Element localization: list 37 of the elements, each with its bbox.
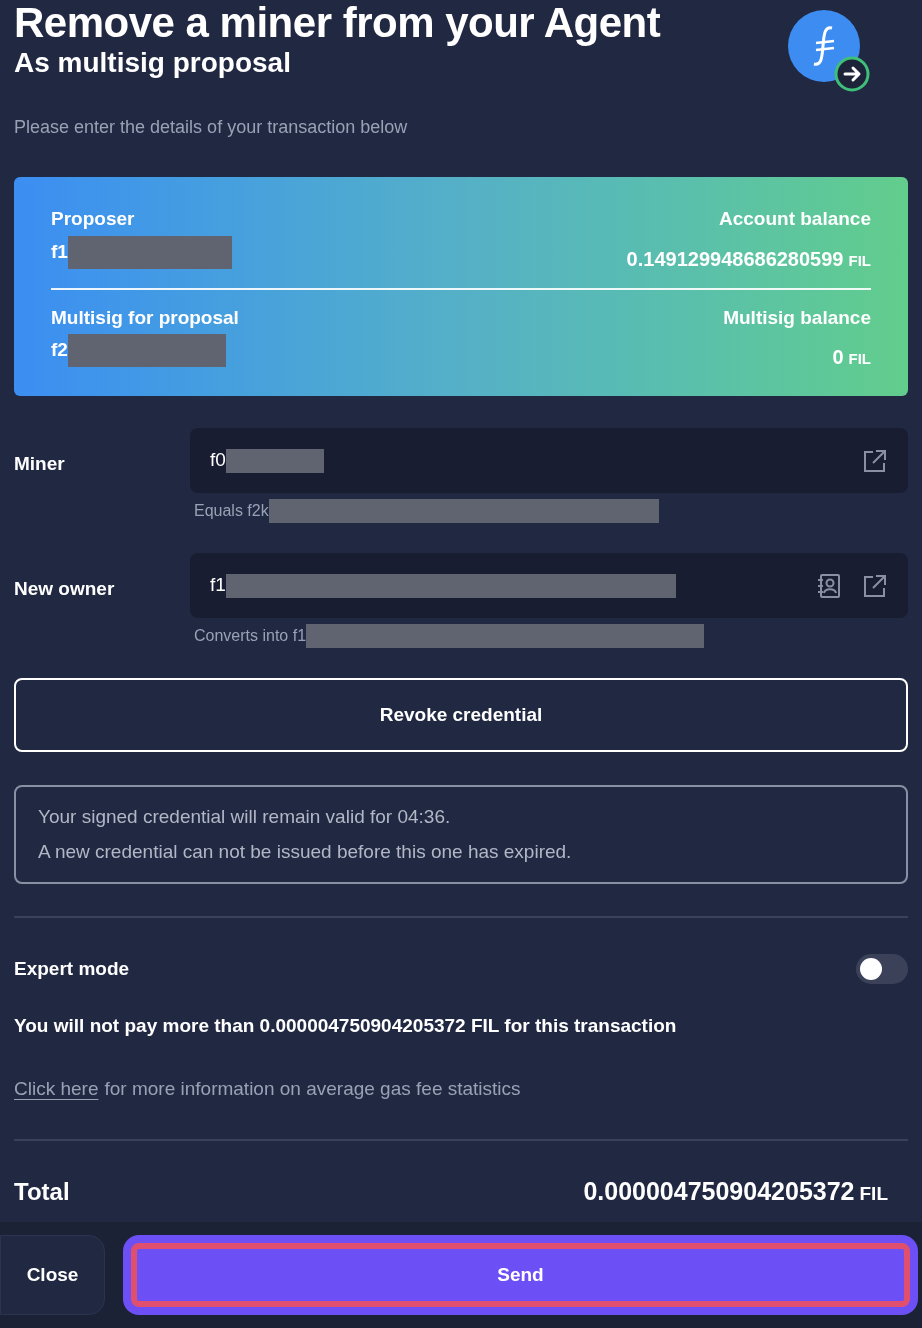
external-link-icon[interactable]	[862, 572, 888, 599]
page-title: Remove a miner from your Agent	[14, 0, 661, 47]
total-label: Total	[14, 1177, 70, 1207]
info-text: A new credential can not be issued before this one has expired.	[38, 839, 573, 864]
external-link-icon[interactable]	[862, 447, 888, 474]
info-text: Your signed credential will remain valid for 04:36.	[38, 805, 452, 829]
balance-value: 0.149129948686280599	[626, 246, 844, 272]
currency-unit: FIL	[848, 349, 871, 369]
expert-mode-toggle[interactable]	[856, 954, 908, 984]
field-label: New owner	[14, 577, 116, 601]
field-note: Equals f2k	[194, 501, 269, 521]
gas-info-link[interactable]: Click here	[14, 1074, 99, 1103]
address-field[interactable]: f0	[190, 428, 908, 493]
field-value: f1	[210, 573, 226, 598]
total-value: 0.000004750904205372	[583, 1176, 855, 1207]
address-field[interactable]: f1	[190, 553, 908, 618]
page-subtitle: As multisig proposal	[14, 46, 292, 80]
field-note: Converts into f1	[194, 626, 307, 646]
fee-note: You will not pay more than 0.000004750904205372 FIL for this transaction	[14, 1014, 678, 1038]
balance-label: Account balance	[718, 207, 871, 231]
balance-label: Multisig balance	[723, 305, 871, 330]
currency-unit: FIL	[859, 1182, 888, 1206]
address-label: Multisig for proposal	[51, 305, 239, 330]
setting-label: Expert mode	[14, 956, 130, 981]
address-text: f1	[51, 239, 68, 264]
field-label: Miner	[14, 452, 66, 476]
balance-value: 0	[832, 345, 844, 370]
currency-unit: FIL	[848, 250, 871, 271]
close-button[interactable]: Close	[0, 1235, 105, 1315]
address-text: f2	[51, 338, 68, 363]
address-label: Proposer	[51, 207, 136, 231]
field-value: f0	[210, 448, 226, 473]
revoke-credential-button[interactable]: Revoke credential	[14, 678, 908, 752]
hint-text: Please enter the details of your transaction below	[14, 116, 409, 139]
link-description: for more information on average gas fee statistics	[104, 1076, 521, 1101]
send-button[interactable]: Send	[123, 1235, 918, 1315]
address-book-icon[interactable]	[816, 572, 842, 599]
